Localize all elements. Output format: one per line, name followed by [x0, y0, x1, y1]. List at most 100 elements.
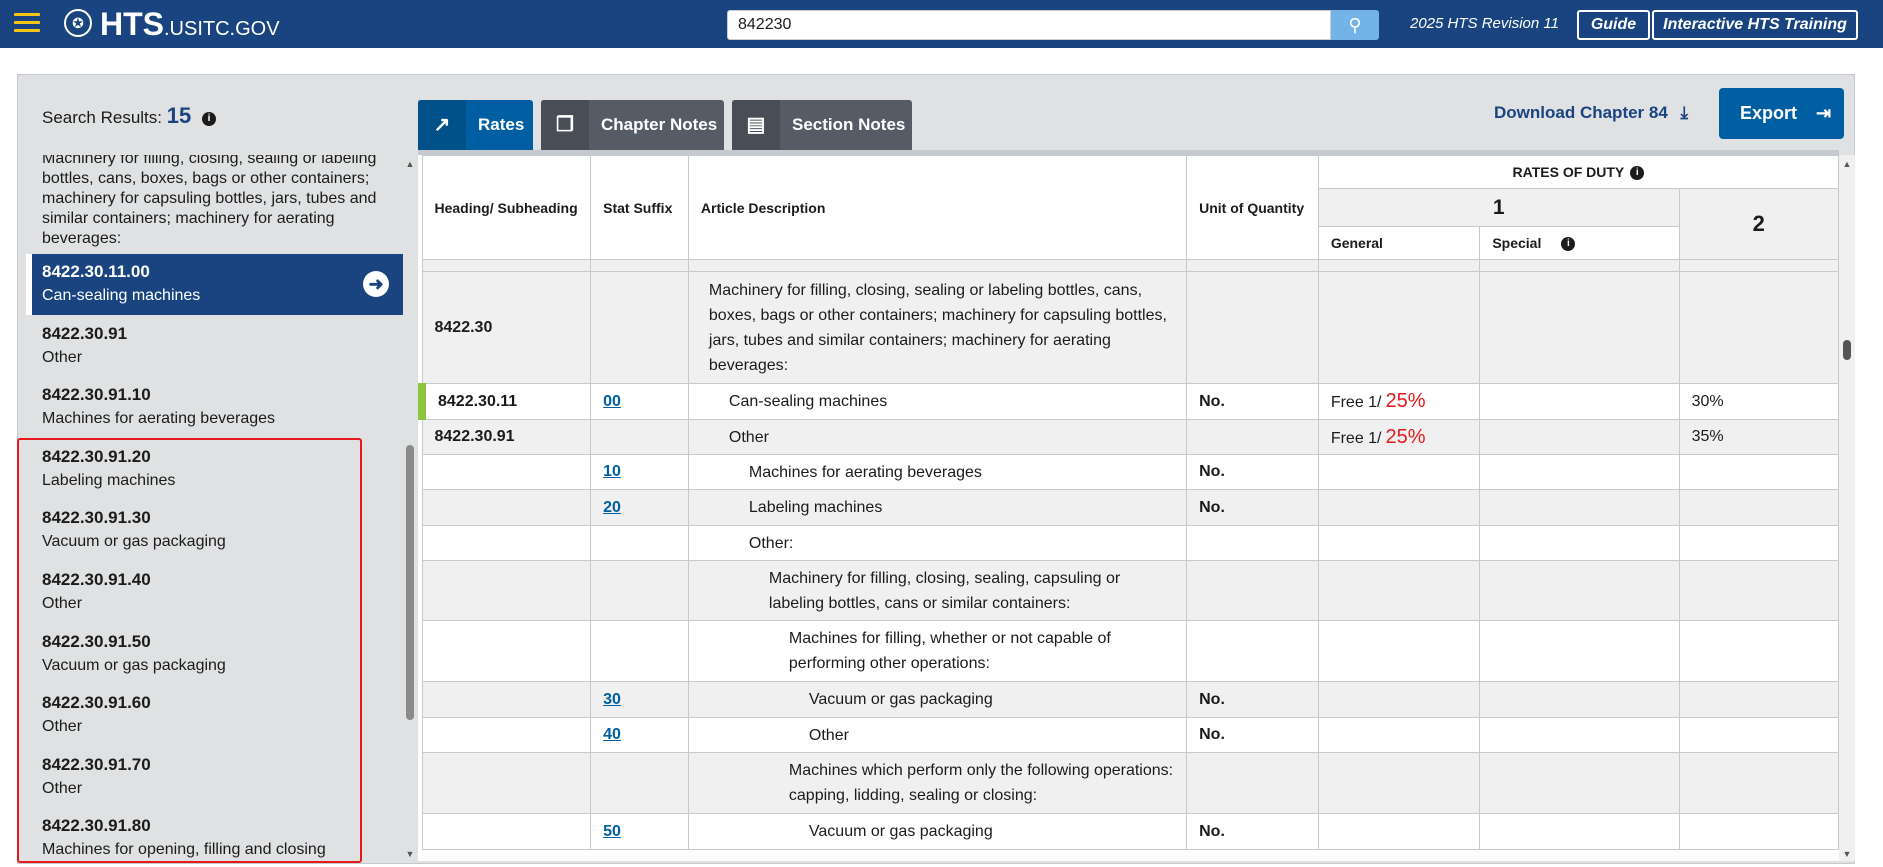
- cell-stat: 40: [590, 717, 689, 753]
- cell-unit: [1186, 525, 1319, 561]
- scroll-down-icon[interactable]: ▼: [403, 849, 417, 859]
- col-rates: RATES OF DUTY i: [1317, 155, 1839, 189]
- table-row: 8422.30 Machinery for filling, closing, s…: [421, 271, 1839, 384]
- tab-rates[interactable]: ↗ Rates: [418, 100, 533, 151]
- list-item[interactable]: 8422.30.91.10 Machines for aerating bever…: [26, 377, 403, 438]
- revision-label: 2025 HTS Revision 11: [1410, 15, 1559, 32]
- stat-suffix-link[interactable]: 00: [603, 393, 621, 410]
- scroll-up-icon[interactable]: ▲: [403, 159, 417, 169]
- cell-stat: [590, 271, 689, 384]
- general-rate: Free 1/: [1330, 394, 1382, 411]
- seal-icon: ✪: [64, 9, 92, 37]
- table-row: Machines which perform only the followin…: [421, 752, 1839, 814]
- cell-heading: [421, 752, 592, 814]
- cell-description: Machinery for filling, closing, sealing …: [687, 271, 1188, 384]
- cell-general: [1317, 717, 1481, 753]
- export-icon: ⇥: [1816, 103, 1832, 123]
- cell-unit: No.: [1186, 681, 1319, 718]
- info-icon[interactable]: i: [1561, 237, 1576, 252]
- cell-general: [1317, 271, 1481, 384]
- table-row: Machinery for filling, closing, sealing,…: [421, 560, 1839, 621]
- rates-icon: ↗: [418, 100, 466, 151]
- cell-unit: No.: [1186, 383, 1319, 420]
- chapter-notes-icon: ❐: [541, 100, 589, 151]
- arrow-right-icon[interactable]: ➜: [363, 271, 389, 297]
- download-icon: ⤓: [1680, 103, 1689, 122]
- rates-table-body: 8422.30 Machinery for filling, closing, s…: [418, 259, 1839, 850]
- table-row: Machines for filling, whether or not cap…: [421, 620, 1839, 682]
- cell-general: [1317, 560, 1481, 621]
- cell-description: Machines for aerating beverages: [687, 454, 1188, 490]
- additional-duty: 25%: [1385, 425, 1426, 448]
- cell-special: [1479, 419, 1680, 455]
- guide-button[interactable]: Guide: [1577, 10, 1650, 40]
- cell-stat: [590, 620, 689, 682]
- cell-col2: [1678, 620, 1839, 682]
- rates-table-container: Heading/ Subheading Stat Suffix Article …: [418, 155, 1839, 861]
- cell-special: [1479, 525, 1680, 561]
- list-item-code: 8422.30.91.10: [42, 385, 151, 404]
- cell-col2: [1678, 560, 1839, 621]
- special-label: Special: [1492, 234, 1542, 251]
- cell-heading: [421, 489, 592, 526]
- cell-unit: [1186, 752, 1319, 814]
- cell-heading: [421, 681, 592, 718]
- cell-unit: No.: [1186, 489, 1319, 526]
- cell-col2: [1678, 525, 1839, 561]
- cell-special: [1479, 813, 1680, 850]
- training-button[interactable]: Interactive HTS Training: [1652, 10, 1858, 40]
- cell-description: Can-sealing machines: [687, 383, 1188, 420]
- export-label: Export: [1740, 103, 1798, 123]
- search-button[interactable]: ⚲: [1331, 10, 1379, 40]
- cell-general: [1317, 681, 1481, 718]
- cell-special: [1479, 717, 1680, 753]
- tab-section-notes[interactable]: ▤ Section Notes: [732, 100, 912, 151]
- cell-general: Free 1/25%: [1317, 383, 1481, 420]
- cell-unit: No.: [1186, 454, 1319, 490]
- stat-suffix-link[interactable]: 10: [603, 463, 621, 480]
- col-stat: Stat Suffix: [590, 155, 689, 260]
- cell-unit: [1186, 620, 1319, 682]
- parent-description: Machinery for filling, closing, sealing …: [42, 155, 377, 247]
- download-chapter-link[interactable]: Download Chapter 84 ⤓: [1494, 103, 1688, 123]
- cell-col2: [1678, 813, 1839, 850]
- list-item[interactable]: 8422.30.11.00 Can-sealing machines ➜: [26, 254, 403, 315]
- list-item[interactable]: 8422.30.91 Other: [26, 316, 403, 377]
- table-row: 10 Machines for aerating beverages No.: [421, 454, 1839, 490]
- col-heading: Heading/ Subheading: [421, 155, 592, 260]
- sidebar-scroll-thumb[interactable]: [406, 445, 414, 720]
- logo-main: HTS: [100, 6, 164, 42]
- col-special: Special i: [1479, 226, 1680, 260]
- stat-suffix-link[interactable]: 40: [603, 726, 621, 743]
- cell-description: Machinery for filling, closing, sealing,…: [687, 560, 1188, 621]
- list-item-desc: Other: [42, 349, 83, 366]
- info-icon[interactable]: i: [1630, 166, 1645, 181]
- col-general: General: [1317, 226, 1481, 260]
- cell-stat: [590, 752, 689, 814]
- table-row: Other:: [421, 525, 1839, 561]
- scroll-up-icon[interactable]: ▲: [1840, 159, 1854, 169]
- site-logo[interactable]: HTS.USITC.GOV: [100, 6, 280, 43]
- menu-icon[interactable]: [14, 13, 40, 33]
- cell-stat: [590, 525, 689, 561]
- sidebar-scrollbar[interactable]: ▲ ▼: [403, 155, 417, 861]
- tab-chapter-notes[interactable]: ❐ Chapter Notes: [541, 100, 724, 151]
- table-scrollbar[interactable]: ▲ ▼: [1839, 155, 1855, 861]
- list-item-code: 8422.30.91: [42, 324, 128, 343]
- cell-col2: [1678, 489, 1839, 526]
- search-input[interactable]: [727, 10, 1331, 40]
- col-description: Article Description: [687, 155, 1188, 260]
- export-button[interactable]: Export ⇥: [1719, 88, 1844, 139]
- stat-suffix-link[interactable]: 30: [603, 691, 621, 708]
- cell-heading: [421, 717, 592, 753]
- stat-suffix-link[interactable]: 50: [603, 823, 621, 840]
- cell-heading: 8422.30.11: [418, 383, 592, 420]
- stat-suffix-link[interactable]: 20: [603, 499, 621, 516]
- scroll-down-icon[interactable]: ▼: [1840, 849, 1854, 859]
- cell-col2: 30%: [1678, 383, 1839, 420]
- info-icon[interactable]: i: [201, 111, 216, 126]
- cell-special: [1479, 620, 1680, 682]
- cell-description: Vacuum or gas packaging: [687, 813, 1188, 850]
- table-scroll-thumb[interactable]: [1843, 340, 1851, 360]
- cell-unit: No.: [1186, 717, 1319, 753]
